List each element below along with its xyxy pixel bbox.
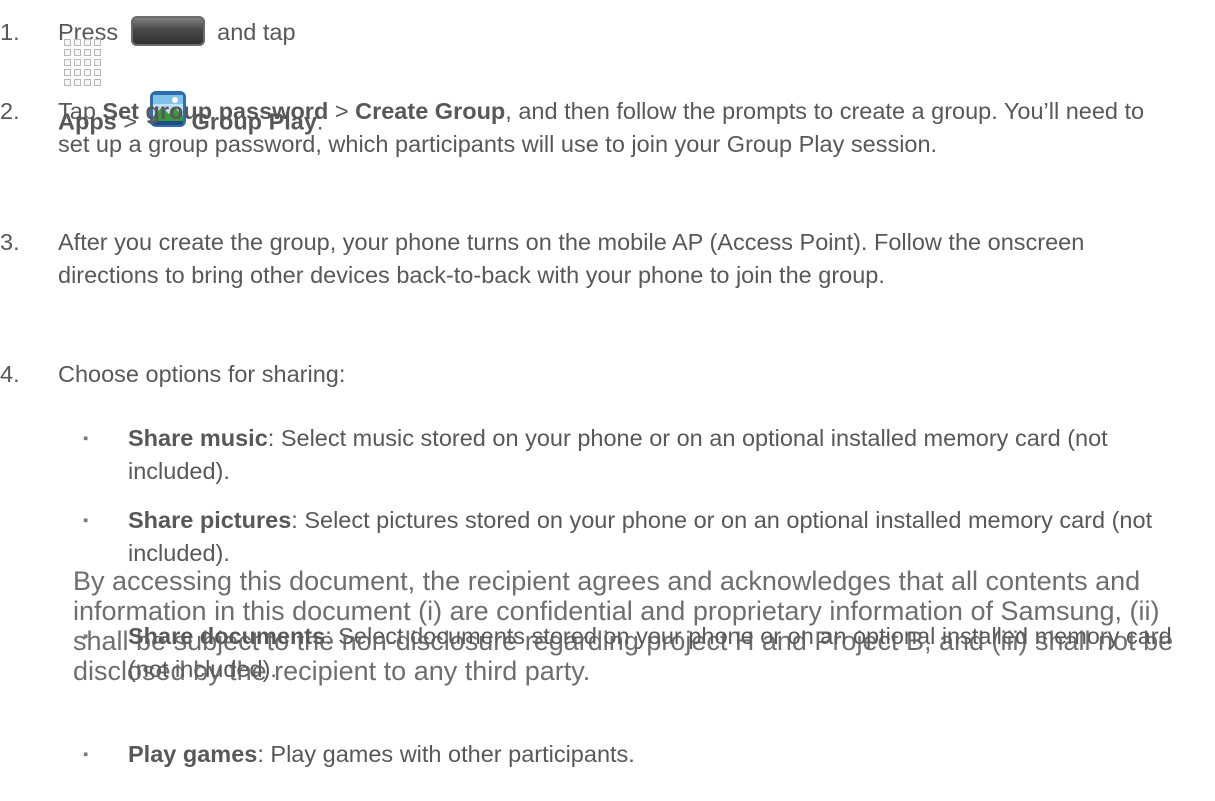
apps-grid-icon (62, 37, 102, 87)
bullet-marker: ▪ (83, 628, 89, 645)
list-item-text: Share documents: Select documents stored… (128, 623, 1172, 682)
step-text: Choose options for sharing: (58, 361, 346, 387)
step-text: After you create the group, your phone t… (58, 229, 1085, 288)
step-number: 2. (0, 98, 20, 124)
step-number: 4. (0, 361, 20, 387)
step-number: 1. (0, 19, 20, 45)
step-number: 3. (0, 229, 20, 255)
home-key-icon (130, 15, 205, 46)
list-item-text: Share pictures: Select pictures stored o… (128, 507, 1153, 566)
bullet-marker: ▪ (83, 430, 89, 447)
list-item-text: Share music: Select music stored on your… (128, 425, 1108, 484)
step-text: Tap Set group password > Create Group, a… (58, 98, 1145, 157)
bullet-marker: ▪ (83, 512, 89, 529)
list-item-text: Play games: Play games with other partic… (128, 741, 635, 767)
bullet-marker: ▪ (83, 746, 89, 763)
